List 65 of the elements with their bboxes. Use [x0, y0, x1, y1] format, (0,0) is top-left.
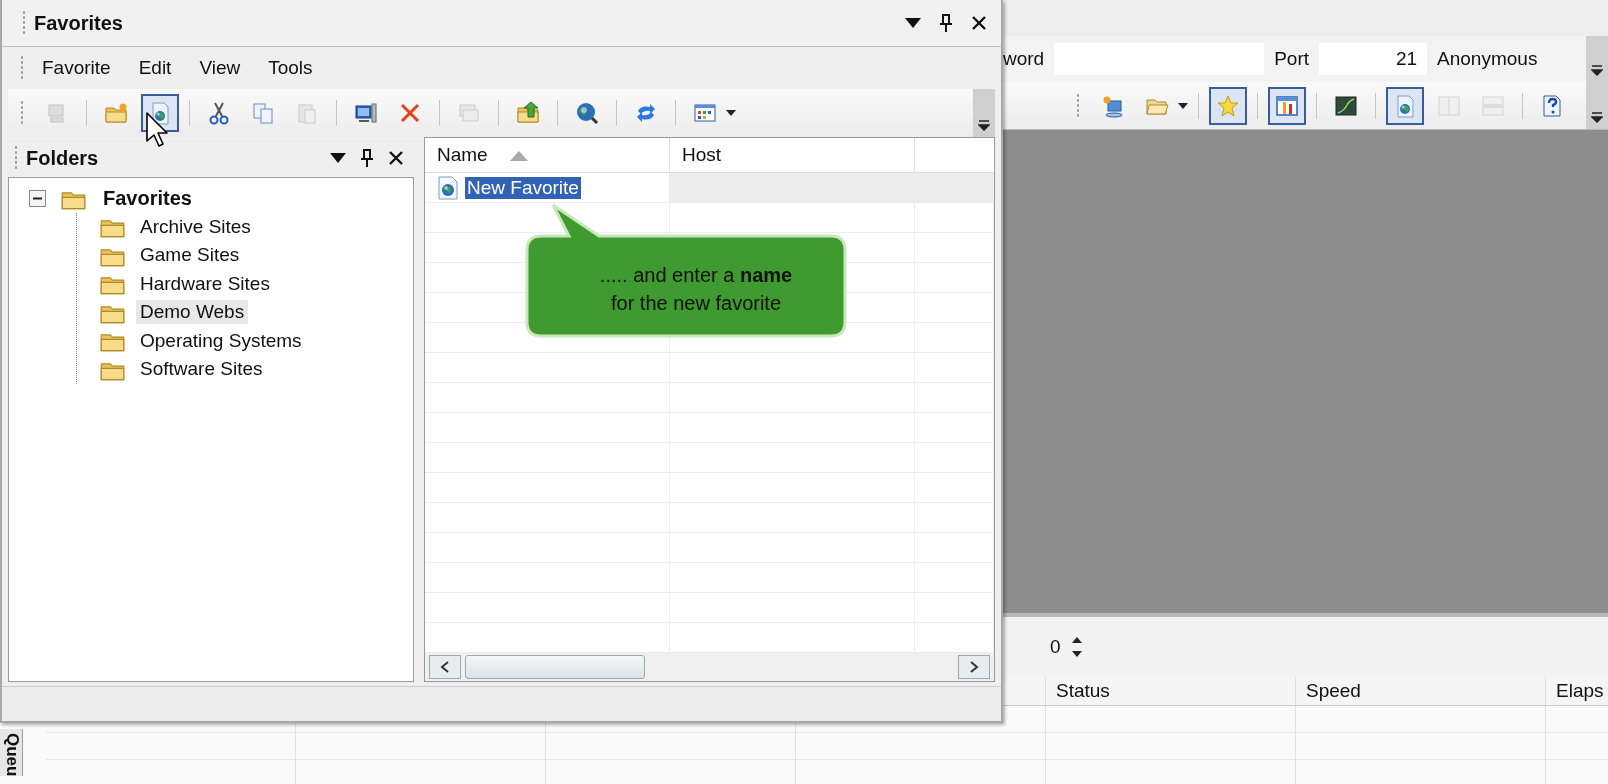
rows-icon: [1481, 93, 1505, 118]
columns-icon: [1437, 93, 1461, 118]
column-header[interactable]: Name: [425, 138, 670, 172]
windows-icon: [457, 101, 481, 125]
menu-item[interactable]: Edit: [138, 57, 172, 79]
field-label: Port: [1274, 48, 1310, 70]
toolbar-button[interactable]: [1209, 86, 1247, 125]
column-header[interactable]: Speed: [1296, 677, 1546, 705]
horizontal-scrollbar[interactable]: [425, 653, 994, 681]
tree-item[interactable]: Demo Webs: [136, 300, 249, 325]
pin-icon[interactable]: [360, 149, 374, 167]
globe-page-icon: [437, 175, 459, 200]
pane-title: Folders: [26, 146, 99, 170]
tree-item[interactable]: Archive Sites: [136, 214, 255, 239]
clipboard-icon: [295, 101, 319, 125]
cursor-icon: [146, 112, 168, 148]
tree-item[interactable]: Game Sites: [136, 243, 244, 268]
menu-item[interactable]: Tools: [268, 57, 313, 79]
grid-view-icon: [693, 101, 717, 125]
close-icon[interactable]: [971, 15, 987, 31]
menu-item[interactable]: Favorite: [42, 57, 111, 79]
spinner-value[interactable]: 0: [1050, 636, 1061, 658]
overflow-icon[interactable]: [978, 119, 990, 131]
menu-item[interactable]: View: [199, 57, 241, 79]
overflow-icon[interactable]: [1591, 64, 1603, 76]
scroll-left-button[interactable]: [429, 655, 461, 679]
chevron-left-icon: [440, 661, 450, 673]
pin-icon[interactable]: [939, 14, 953, 32]
input-field[interactable]: 21: [1319, 43, 1428, 75]
delete-icon: [398, 101, 422, 125]
help-icon: [1540, 93, 1564, 118]
monitor-icon: [354, 101, 378, 125]
window-bars-icon: [1275, 93, 1299, 118]
folder-arrow-icon: [516, 101, 540, 125]
column-header[interactable]: Elaps: [1546, 677, 1608, 705]
tree-item[interactable]: Software Sites: [136, 357, 267, 382]
toolbar-button[interactable]: [1386, 86, 1424, 125]
caret-icon[interactable]: [726, 110, 736, 116]
window-title: Favorites: [34, 11, 123, 35]
copy-icon: [251, 101, 275, 125]
chevron-right-icon: [969, 661, 979, 673]
dropdown-icon[interactable]: [330, 153, 346, 163]
dropdown-icon[interactable]: [905, 18, 921, 28]
caret-icon[interactable]: [1178, 102, 1188, 109]
name-field[interactable]: New Favorite: [465, 176, 581, 199]
overflow-icon[interactable]: [1591, 111, 1603, 123]
tree-item[interactable]: Hardware Sites: [136, 271, 274, 296]
queue-tab[interactable]: Queu: [0, 729, 23, 777]
scroll-right-button[interactable]: [958, 655, 990, 679]
folder-icon: [104, 101, 128, 125]
close-icon[interactable]: [388, 150, 404, 166]
column-header[interactable]: Host: [670, 138, 915, 172]
scissors-icon: [207, 101, 231, 125]
scroll-thumb[interactable]: [465, 655, 645, 679]
checkbox-label[interactable]: Anonymous: [1437, 48, 1538, 70]
tree-item[interactable]: Operating Systems: [136, 328, 306, 353]
chart-icon: [1334, 93, 1358, 118]
callout-text: ..... and enter a name for the new favorite: [598, 263, 794, 316]
tree-item[interactable]: Favorites: [99, 185, 196, 211]
collapse-icon[interactable]: [29, 189, 46, 207]
field-label: word: [1003, 48, 1045, 70]
star-icon: [1216, 93, 1240, 118]
column-header[interactable]: Status: [1046, 677, 1296, 705]
toolbar-button[interactable]: [1268, 86, 1306, 125]
globe-search-icon: [575, 101, 599, 125]
